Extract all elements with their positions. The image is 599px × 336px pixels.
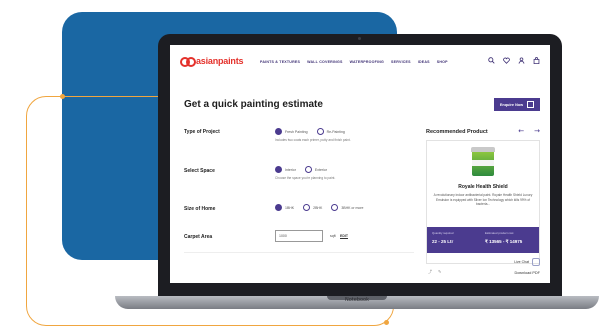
arrow-right-icon[interactable]: → <box>534 127 540 135</box>
radio-fresh-painting[interactable] <box>275 128 282 135</box>
quantity-value: 22 - 25 Ltr <box>432 239 454 244</box>
laptop-base: Notebook <box>115 296 599 309</box>
live-chat-label: Live Chat <box>514 260 529 264</box>
option-label: Fresh Painting <box>285 129 308 134</box>
user-icon[interactable] <box>518 57 525 64</box>
radio-exterior[interactable] <box>304 166 312 173</box>
top-navigation: asianpaints PAINTS & TEXTURES WALL COVER… <box>170 45 550 79</box>
laptop-screen: asianpaints PAINTS & TEXTURES WALL COVER… <box>170 45 550 283</box>
option-label: 3BHK or more <box>341 205 364 210</box>
edit-area-link[interactable]: EDIT <box>340 234 348 238</box>
price-value: ₹ 13565 - ₹ 14975 <box>485 239 523 244</box>
webcam <box>358 37 361 40</box>
enquire-now-button[interactable]: Enquire Now <box>494 98 540 111</box>
live-chat[interactable]: Live Chat <box>514 258 540 266</box>
enquire-label: Enquire Now <box>499 102 524 107</box>
estimate-band: Quantity required 22 - 25 Ltr Estimated … <box>427 227 539 253</box>
carousel-arrows: ← → <box>518 127 540 135</box>
menu-item-wall-coverings[interactable]: WALL COVERINGS <box>307 60 342 64</box>
paint-bucket-image <box>471 147 495 177</box>
main-menu: PAINTS & TEXTURES WALL COVERINGS WATERPR… <box>260 60 448 64</box>
logo-text: asianpaints <box>196 55 244 66</box>
radio-re-painting[interactable] <box>316 128 324 135</box>
carpet-area-input[interactable]: 1000 <box>275 230 323 242</box>
menu-item-services[interactable]: SERVICES <box>391 60 411 64</box>
option-label: 1BHK <box>285 205 295 210</box>
divider <box>184 252 414 253</box>
project-type-options: Fresh Painting Re-Painting <box>275 128 354 135</box>
device-label: Notebook <box>344 297 370 303</box>
arrow-left-icon[interactable]: ← <box>518 127 524 135</box>
carpet-area-label: Carpet Area <box>184 234 213 240</box>
menu-item-shop[interactable]: SHOP <box>437 60 448 64</box>
project-type-hint: Includes two coats each primer, putty an… <box>275 138 351 142</box>
brand-logo[interactable]: asianpaints <box>180 55 244 67</box>
home-size-options: 1BHK 2BHK 3BHK or more <box>275 204 373 211</box>
option-label: Re-Painting <box>326 129 345 134</box>
select-space-hint: Choose the space you're planning to pain… <box>275 176 336 180</box>
carpet-area-unit: sqft <box>330 234 336 238</box>
menu-item-waterproofing[interactable]: WATERPROOFING <box>350 60 384 64</box>
menu-item-paints-textures[interactable]: PAINTS & TEXTURES <box>260 60 300 64</box>
bag-icon[interactable] <box>533 57 540 65</box>
logo-mark-icon <box>180 55 196 67</box>
price-label: Estimated product cost <box>485 231 514 235</box>
download-pdf-link[interactable]: Download PDF <box>514 271 540 275</box>
search-icon[interactable] <box>488 57 495 64</box>
project-type-label: Type of Project <box>184 129 220 135</box>
product-card[interactable]: Royale Health Shield A revolutionary ind… <box>426 140 540 264</box>
option-label: Interior <box>285 167 296 172</box>
select-space-label: Select Space <box>184 168 215 174</box>
radio-1bhk[interactable] <box>275 204 282 211</box>
nav-icons <box>488 57 540 65</box>
option-label: 2BHK <box>313 205 323 210</box>
quantity-label: Quantity required <box>432 231 454 235</box>
home-size-label: Size of Home <box>184 206 216 212</box>
chat-icon <box>532 258 540 266</box>
radio-3bhk-or-more[interactable] <box>331 204 339 211</box>
share-row: ⤴ ✎ <box>428 269 441 275</box>
heart-icon[interactable] <box>503 57 510 64</box>
page-title: Get a quick painting estimate <box>184 99 323 110</box>
laptop-bezel: asianpaints PAINTS & TEXTURES WALL COVER… <box>158 34 562 296</box>
recommended-product-heading: Recommended Product <box>426 129 488 135</box>
radio-interior[interactable] <box>275 166 282 173</box>
product-description: A revolutionary indoor antibacterial pai… <box>433 193 533 207</box>
option-label: Exterior <box>314 167 327 172</box>
edit-icon[interactable]: ✎ <box>438 269 441 275</box>
orange-dot <box>384 320 389 325</box>
share-icon[interactable]: ⤴ <box>428 269 432 275</box>
orange-dot <box>60 94 65 99</box>
enquire-icon <box>527 101 535 108</box>
radio-2bhk[interactable] <box>303 204 311 211</box>
menu-item-ideas[interactable]: IDEAS <box>418 60 430 64</box>
select-space-options: Interior Exterior <box>275 166 336 173</box>
product-name: Royale Health Shield <box>458 184 508 190</box>
